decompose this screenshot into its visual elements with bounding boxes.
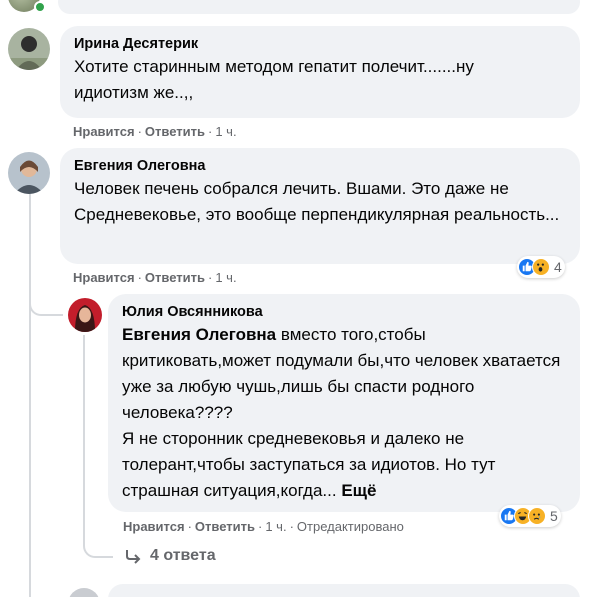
separator: ·: [289, 519, 294, 534]
view-replies-link[interactable]: 4 ответа: [124, 547, 216, 565]
thread-line-main: [29, 190, 31, 597]
separator: ·: [207, 270, 213, 285]
reply-text-body-2: Я не сторонник средневековья и далеко не…: [122, 429, 496, 500]
separator: ·: [137, 124, 142, 139]
wow-reaction-icon: [532, 258, 550, 276]
reaction-count: 4: [554, 259, 562, 275]
reply-link[interactable]: Ответить: [145, 270, 205, 285]
comment-bubble-next: [108, 584, 580, 597]
comment-actions: Нравится · Ответить · 1 ч.: [73, 269, 237, 287]
comment-actions: Нравится · Ответить · 1 ч.: [73, 123, 237, 141]
timestamp[interactable]: 1 ч.: [265, 519, 286, 534]
avatar[interactable]: [68, 588, 100, 597]
reaction-summary[interactable]: 5: [499, 505, 561, 527]
reply-actions: Нравится · Ответить · 1 ч. · Отредактировано: [123, 518, 404, 536]
sad-reaction-icon: [528, 507, 546, 525]
comment-author[interactable]: Евгения Олеговна: [74, 156, 568, 176]
avatar-irina[interactable]: [8, 28, 50, 70]
avatar-yulia[interactable]: [68, 298, 102, 332]
reply-arrow-icon: [124, 547, 142, 565]
thread-line-reply: [83, 335, 85, 535]
timestamp[interactable]: 1 ч.: [215, 270, 236, 285]
reaction-count: 5: [550, 508, 558, 524]
replies-count-label: 4 ответа: [150, 547, 216, 564]
comment-bubble: Евгения Олеговна Человек печень собрался…: [60, 148, 580, 264]
reply-link[interactable]: Ответить: [145, 124, 205, 139]
see-more-link[interactable]: Ещё: [341, 481, 376, 500]
reply-text: Евгения Олеговна вместо того,стобы крити…: [122, 322, 572, 426]
online-status-dot: [34, 1, 46, 13]
edited-label[interactable]: Отредактировано: [297, 519, 404, 534]
comment-text: Человек печень собрался лечить. Вшами. Э…: [74, 179, 560, 224]
thread-connector: [29, 290, 63, 316]
timestamp[interactable]: 1 ч.: [215, 124, 236, 139]
reply-link[interactable]: Ответить: [195, 519, 255, 534]
comment-text: Хотите старинным методом гепатит полечит…: [74, 57, 474, 102]
reply-text-continued: Я не сторонник средневековья и далеко не…: [122, 426, 572, 504]
avatar-evgeniya[interactable]: [8, 152, 50, 194]
separator: ·: [207, 124, 213, 139]
reply-author[interactable]: Юлия Овсянникова: [122, 302, 568, 322]
reaction-summary[interactable]: 4: [517, 256, 565, 278]
separator: ·: [257, 519, 263, 534]
thread-connector-replies: [83, 530, 113, 558]
separator: ·: [187, 519, 192, 534]
comment-bubble-previous: [58, 0, 580, 14]
comment-bubble: Ирина Десятерик Хотите старинным методом…: [60, 26, 580, 118]
separator: ·: [137, 270, 142, 285]
like-link[interactable]: Нравится: [73, 270, 135, 285]
like-link[interactable]: Нравится: [123, 519, 185, 534]
like-link[interactable]: Нравится: [73, 124, 135, 139]
mention-link[interactable]: Евгения Олеговна: [122, 325, 276, 344]
reply-bubble: Юлия Овсянникова Евгения Олеговна вместо…: [108, 294, 580, 512]
comment-author[interactable]: Ирина Десятерик: [74, 34, 568, 54]
